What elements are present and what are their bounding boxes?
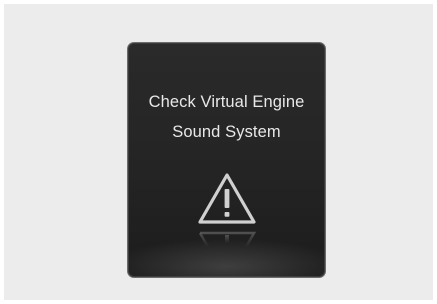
cluster-display-panel: Check Virtual Engine Sound System: [128, 43, 325, 277]
warning-message-line-1: Check Virtual Engine: [148, 93, 305, 111]
warning-message: Check Virtual Engine Sound System: [128, 87, 325, 147]
figure-background: Check Virtual Engine Sound System: [4, 4, 433, 300]
warning-triangle-icon: [198, 173, 256, 224]
warning-message-line-2: Sound System: [172, 123, 281, 141]
warning-icon-reflection: [198, 231, 257, 248]
